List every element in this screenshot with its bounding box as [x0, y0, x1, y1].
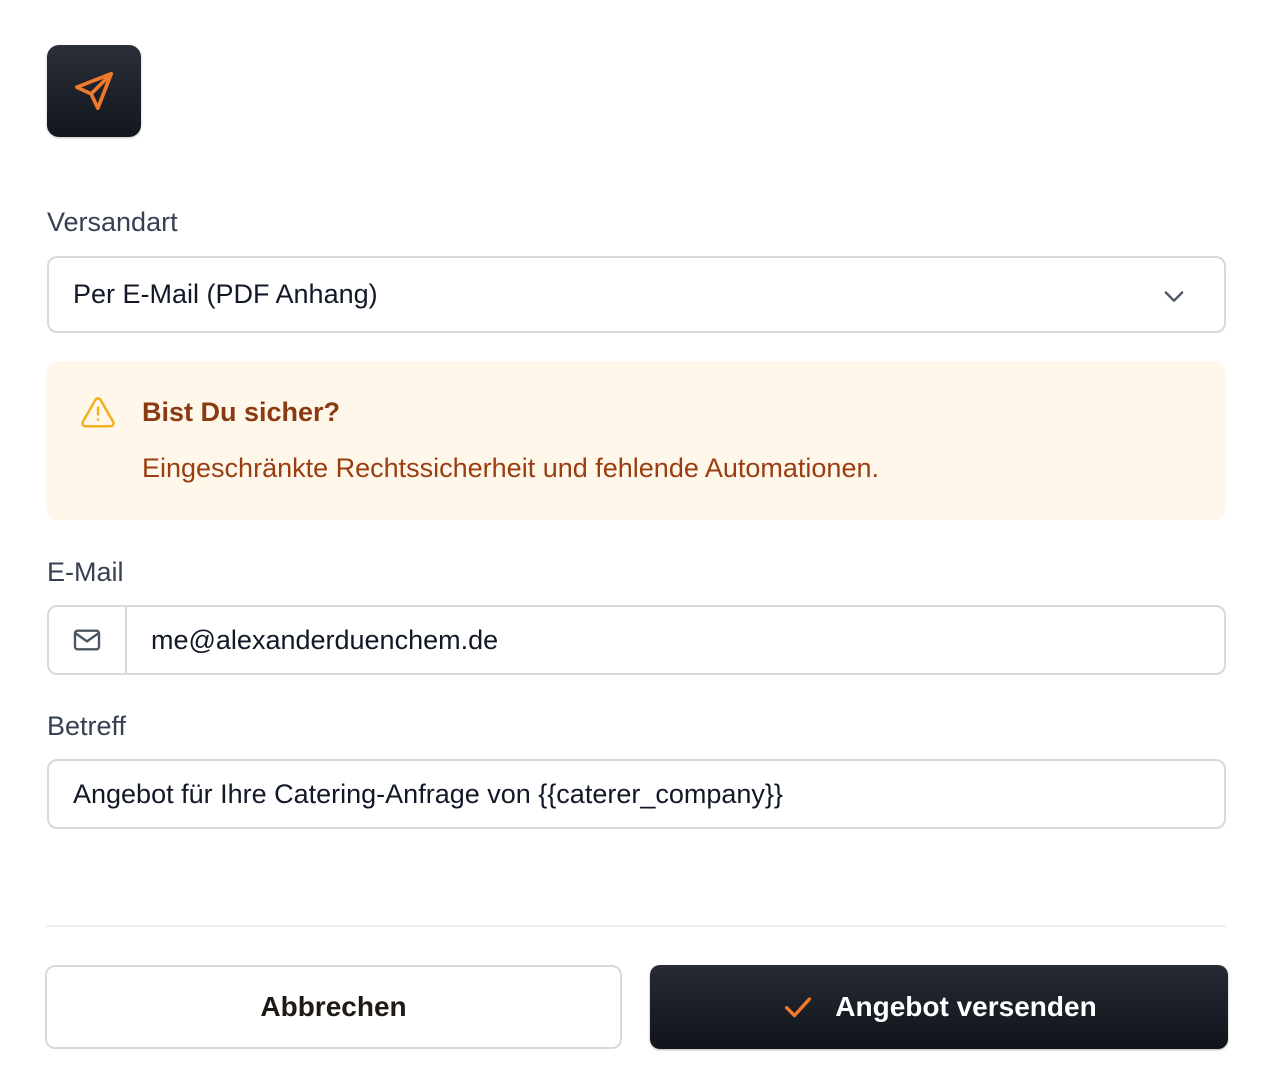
subject-field [47, 759, 1226, 829]
mail-icon [73, 629, 101, 651]
check-icon [785, 997, 812, 1018]
send-offer-button-label: Angebot versenden [835, 991, 1097, 1022]
send-offer-dialog: Versandart Per E-Mail (PDF Anhang) Bist … [0, 0, 1274, 1090]
cancel-button[interactable]: Abbrechen [45, 965, 622, 1049]
alert-message: Eingeschränkte Rechtssicherheit und fehl… [142, 453, 879, 483]
versandart-select[interactable]: Per E-Mail (PDF Anhang) [47, 256, 1226, 333]
footer-divider [46, 925, 1226, 927]
alert-title: Bist Du sicher? [142, 397, 341, 427]
versandart-label: Versandart [47, 207, 178, 237]
warning-triangle-icon [81, 397, 115, 428]
email-field [47, 605, 1226, 675]
email-prefix [49, 607, 127, 673]
cancel-button-label: Abbrechen [260, 991, 407, 1022]
send-offer-button[interactable]: Angebot versenden [650, 965, 1228, 1049]
versandart-selected-value: Per E-Mail (PDF Anhang) [73, 279, 378, 309]
email-input[interactable] [127, 607, 1224, 673]
chevron-down-icon [1164, 291, 1184, 302]
email-label: E-Mail [47, 557, 124, 587]
subject-input[interactable] [49, 778, 1224, 810]
warning-alert: Bist Du sicher? Eingeschränkte Rechtssic… [46, 361, 1226, 520]
send-icon [47, 45, 141, 137]
subject-label: Betreff [47, 711, 127, 741]
